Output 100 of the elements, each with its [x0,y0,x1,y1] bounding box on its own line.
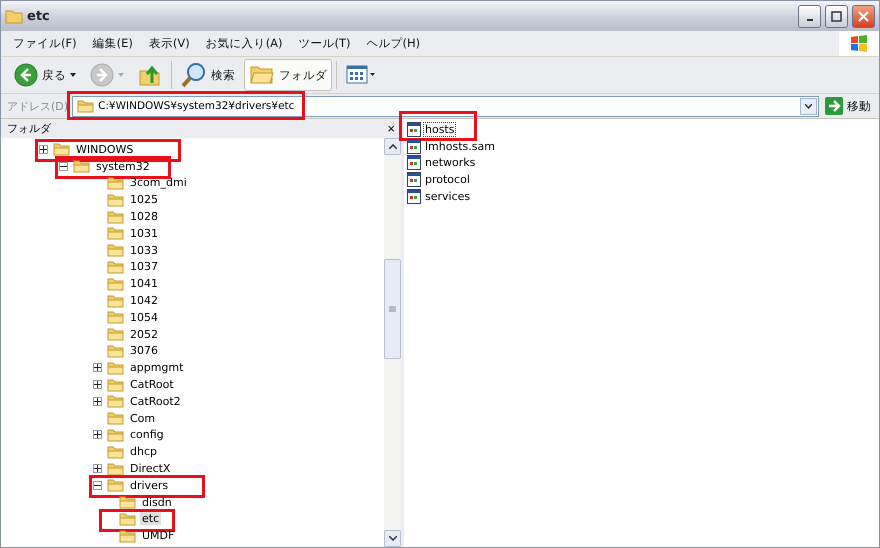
folder-name[interactable]: Com [128,412,158,425]
file-name[interactable]: lmhosts.sam [423,138,497,154]
folder-icon [107,411,124,426]
folder-name[interactable]: 1028 [128,210,160,224]
folder-icon [107,243,124,258]
folder-icon [107,310,124,324]
folder-name[interactable]: 3com_dmi [128,176,189,190]
caret-icon [118,73,124,77]
expand-toggle[interactable] [93,464,102,474]
folder-name[interactable]: UMDF [140,529,176,542]
scrollbar-thumb[interactable] [384,259,401,359]
folder-name[interactable]: etc [140,512,162,526]
views-icon [346,65,376,85]
folder-name[interactable]: 1033 [128,244,160,257]
address-label: アドレス(D) [7,98,68,114]
search-icon [181,62,207,88]
folder-name[interactable]: 2052 [128,328,160,341]
folders-button[interactable]: フォルダ [244,59,332,91]
menu-item[interactable]: 編集(E) [84,36,141,51]
folder-icon [77,99,94,113]
folder-name[interactable]: disdn [140,496,174,509]
search-button[interactable]: 検索 [176,59,240,91]
plus-icon [94,431,101,438]
plus-icon [94,381,101,388]
folder-icon [107,360,124,375]
folder-icon [119,495,136,510]
collapse-toggle[interactable] [93,480,102,490]
caret-icon [70,73,76,77]
expand-toggle[interactable] [93,363,102,372]
folder-name[interactable]: 1025 [128,193,160,206]
file-icon [407,122,421,137]
folder-name[interactable]: dhcp [128,445,159,458]
expand-toggle[interactable] [93,396,102,406]
folder-icon [107,478,124,492]
folder-name[interactable]: drivers [128,478,170,492]
file-icon [407,138,421,154]
folder-icon [107,226,124,240]
folder-name[interactable]: config [128,428,166,442]
expand-toggle[interactable] [39,144,48,154]
expand-toggle[interactable] [93,430,102,440]
folder-icon [107,344,124,358]
folder-name[interactable]: WINDOWS [74,142,136,156]
folder-icon [107,210,124,224]
minimize-button[interactable] [798,4,821,28]
file-name[interactable]: services [423,189,472,204]
chevron-down-icon [805,104,812,108]
plus-icon [94,398,101,405]
folder-icon [107,260,124,274]
menu-item[interactable]: お気に入り(A) [198,36,291,51]
folder-name[interactable]: 1031 [128,226,160,240]
file-name[interactable]: hosts [423,122,456,137]
folder-icon [53,142,70,156]
file-name[interactable]: protocol [423,172,472,188]
menu-item[interactable]: ファイル(F) [5,36,85,51]
close-button[interactable] [852,4,875,28]
menu-item[interactable]: ツール(T) [290,36,359,51]
folder-name[interactable]: appmgmt [128,361,186,374]
plus-icon [40,146,47,153]
folder-icon [73,159,90,174]
maximize-icon [831,10,842,22]
folder-name[interactable]: CatRoot2 [128,394,183,408]
minimize-icon [806,19,812,21]
folder-icon [107,192,124,207]
file-name[interactable]: networks [423,155,478,170]
folder-icon [107,276,124,291]
folder-icon [107,394,124,408]
maximize-button[interactable] [825,4,848,28]
expand-toggle[interactable] [93,380,102,390]
close-icon [858,10,869,22]
plus-icon [94,364,101,372]
folder-name[interactable]: 1042 [128,294,160,308]
folder-icon [107,444,124,459]
folder-icon [107,378,124,392]
menu-item[interactable]: 表示(V) [140,36,198,51]
scroll-down-button[interactable] [384,530,401,547]
folder-icon [107,462,124,476]
go-arrow-icon [825,97,843,115]
folder-name[interactable]: 1037 [128,260,160,274]
folder-up-icon [138,63,162,87]
close-button[interactable]: × [387,121,395,136]
back-button[interactable]: 戻る [9,59,81,91]
menu-item[interactable]: ヘルプ(H) [358,36,428,51]
chevron-up-icon [388,144,396,149]
folder-icon [107,294,124,308]
folder-icon [119,512,136,526]
folder-name[interactable]: system32 [94,160,152,173]
folder-icon [107,176,124,190]
go-button[interactable]: 移動 [823,97,873,115]
folder-name[interactable]: DirectX [128,462,172,476]
folder-icon [107,327,124,342]
folder-name[interactable]: 1054 [128,310,160,324]
file-icon [407,189,421,204]
folder-icon [5,8,23,24]
scroll-up-button[interactable] [384,138,401,155]
folder-name[interactable]: CatRoot [128,378,176,392]
folder-name[interactable]: 3076 [128,344,160,358]
folder-icon [107,428,124,442]
plus-icon [94,465,101,472]
dropdown-button[interactable] [800,98,817,114]
folder-name[interactable]: 1041 [128,277,160,290]
